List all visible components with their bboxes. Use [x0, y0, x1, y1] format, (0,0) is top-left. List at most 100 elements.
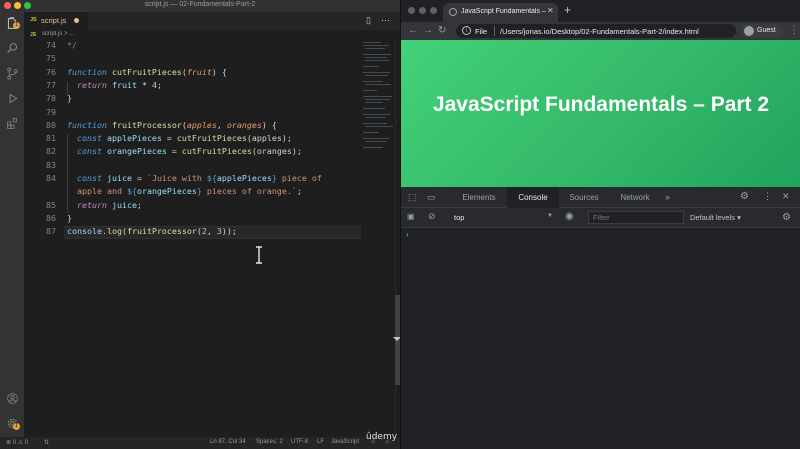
- code-line[interactable]: const applePieces = cutFruitPieces(apple…: [67, 133, 292, 143]
- clear-console-icon[interactable]: ⊘: [428, 211, 436, 222]
- info-icon[interactable]: i: [462, 26, 471, 35]
- browser-tab[interactable]: JavaScript Fundamentals – Pa ✕: [443, 3, 558, 22]
- code-token: ,: [216, 119, 227, 130]
- tab-elements[interactable]: Elements: [453, 187, 505, 208]
- run-debug-icon[interactable]: [5, 91, 19, 105]
- tab-console[interactable]: Console: [507, 187, 559, 208]
- code-line[interactable]: const juice = `Juice with ${applePieces}…: [67, 173, 322, 183]
- back-arrow-icon[interactable]: ←: [408, 25, 418, 36]
- chrome-menu-icon[interactable]: ⋮: [789, 25, 799, 36]
- code-line[interactable]: return fruit * 4;: [67, 80, 162, 90]
- status-bar: ⊗ 0 ⚠ 0 ⇅ Ln 87, Col 34 Spaces: 2 UTF-8 …: [0, 437, 400, 449]
- more-actions-icon[interactable]: ⋯: [381, 15, 390, 26]
- line-number: 75: [46, 53, 56, 64]
- encoding[interactable]: UTF-8: [291, 439, 308, 445]
- code-line[interactable]: function fruitProcessor(apples, oranges)…: [67, 120, 277, 130]
- code-line[interactable]: function cutFruitPieces(fruit) {: [67, 67, 227, 77]
- code-token: `Juice with: [146, 173, 207, 183]
- address-bar[interactable]: i File /Users/jonas.io/Desktop/02-Fundam…: [456, 24, 736, 38]
- close-window-icon[interactable]: [408, 7, 415, 14]
- code-token: ${: [126, 186, 137, 197]
- console-filter-input[interactable]: [588, 211, 684, 224]
- code-token: function: [67, 66, 107, 77]
- device-toolbar-icon[interactable]: ▭: [427, 192, 436, 203]
- editor-tab-bar: JS script.js ▯ ⋯: [24, 12, 400, 30]
- code-token: *: [141, 79, 152, 90]
- cursor-position[interactable]: Ln 87, Col 34: [210, 439, 246, 445]
- vscode-titlebar: script.js — 02-Fundamentals-Part-2: [0, 0, 400, 12]
- new-tab-icon[interactable]: +: [564, 3, 571, 17]
- code-line[interactable]: apple and ${orangePieces} pieces of oran…: [67, 186, 302, 196]
- line-number: 77: [46, 79, 56, 90]
- indentation[interactable]: Spaces: 2: [256, 439, 283, 445]
- context-selector[interactable]: top ▼: [451, 212, 555, 224]
- profile-button[interactable]: Guest: [741, 24, 784, 38]
- code-editor[interactable]: 74 */ 75 76 function cutFruitPieces(fruit) {…: [24, 40, 400, 437]
- chrome-window: JavaScript Fundamentals – Pa ✕ + ← → ↻ i…: [400, 0, 800, 449]
- code-token: (apples);: [246, 133, 292, 144]
- code-token: =: [171, 146, 182, 157]
- address-divider: [494, 26, 495, 36]
- close-tab-icon[interactable]: ✕: [547, 6, 554, 15]
- code-line[interactable]: }: [67, 213, 72, 223]
- code-token: ;: [296, 186, 302, 197]
- live-share-icon[interactable]: ⇅: [44, 439, 49, 446]
- line-number: 82: [46, 146, 56, 157]
- more-tabs-chevron-icon[interactable]: »: [665, 192, 670, 202]
- code-token: juice: [101, 173, 137, 183]
- end-of-line[interactable]: LF: [317, 439, 324, 445]
- tab-script-js[interactable]: JS script.js: [24, 12, 88, 30]
- show-sidebar-icon[interactable]: ▣: [407, 212, 415, 221]
- close-devtools-icon[interactable]: ✕: [782, 191, 790, 202]
- code-token: ));: [221, 226, 237, 237]
- line-number: 86: [46, 212, 56, 223]
- breadcrumb-path[interactable]: script.js > ...: [42, 31, 74, 37]
- source-control-icon[interactable]: [5, 66, 19, 80]
- devtools-tab-bar: ⬚ ▭ Elements Console Sources Network » ⚙…: [401, 187, 800, 208]
- udemy-watermark: ûdemy: [366, 432, 398, 442]
- account-icon[interactable]: [5, 391, 19, 405]
- settings-badge: 1: [13, 423, 20, 430]
- code-token: apples: [186, 119, 217, 130]
- console-output[interactable]: ›: [401, 228, 800, 449]
- globe-icon: [449, 8, 457, 16]
- minimap[interactable]: [361, 40, 395, 160]
- problems-indicator[interactable]: ⊗ 0 ⚠ 0: [6, 439, 28, 446]
- maximize-window-icon[interactable]: [430, 7, 437, 14]
- console-settings-gear-icon[interactable]: ⚙: [782, 212, 791, 223]
- address-url[interactable]: /Users/jonas.io/Desktop/02-Fundamentals-…: [500, 27, 699, 36]
- unsaved-dot-icon[interactable]: [74, 18, 79, 23]
- split-editor-icon[interactable]: ▯: [366, 15, 371, 26]
- code-token: pieces of orange.`: [201, 186, 297, 197]
- live-expression-eye-icon[interactable]: ◉: [565, 211, 574, 222]
- code-line[interactable]: */: [67, 40, 77, 50]
- code-line[interactable]: }: [67, 93, 72, 103]
- code-token: orangePieces: [101, 146, 172, 157]
- language-mode[interactable]: JavaScript: [331, 439, 359, 445]
- minimize-window-icon[interactable]: [419, 7, 426, 14]
- console-prompt[interactable]: ›: [406, 230, 409, 239]
- code-line[interactable]: const orangePieces = cutFruitPieces(oran…: [67, 146, 302, 156]
- page-heading: JavaScript Fundamentals – Part 2: [432, 93, 770, 116]
- code-token: ) {: [211, 66, 227, 77]
- inspect-element-icon[interactable]: ⬚: [408, 192, 417, 203]
- line-number: 74: [46, 40, 56, 50]
- reload-icon[interactable]: ↻: [438, 25, 446, 36]
- tab-sources[interactable]: Sources: [561, 187, 607, 208]
- extensions-icon[interactable]: [5, 116, 19, 130]
- code-line[interactable]: console.log(fruitProcessor(2, 3));: [67, 226, 237, 236]
- log-levels-dropdown[interactable]: Default levels ▾: [690, 213, 741, 222]
- forward-arrow-icon[interactable]: →: [423, 25, 433, 36]
- code-token: applePieces: [101, 133, 167, 144]
- code-token: function: [67, 119, 107, 130]
- code-line[interactable]: return juice;: [67, 200, 142, 210]
- search-icon[interactable]: [5, 41, 19, 55]
- tab-network[interactable]: Network: [611, 187, 659, 208]
- dropdown-arrow-icon: ▼: [547, 213, 553, 219]
- code-token: const: [77, 133, 102, 144]
- devtools-menu-icon[interactable]: ⋮: [763, 191, 772, 202]
- devtools-settings-gear-icon[interactable]: ⚙: [740, 191, 749, 202]
- chrome-tab-strip: JavaScript Fundamentals – Pa ✕ +: [401, 0, 800, 22]
- line-number: 76: [46, 66, 56, 77]
